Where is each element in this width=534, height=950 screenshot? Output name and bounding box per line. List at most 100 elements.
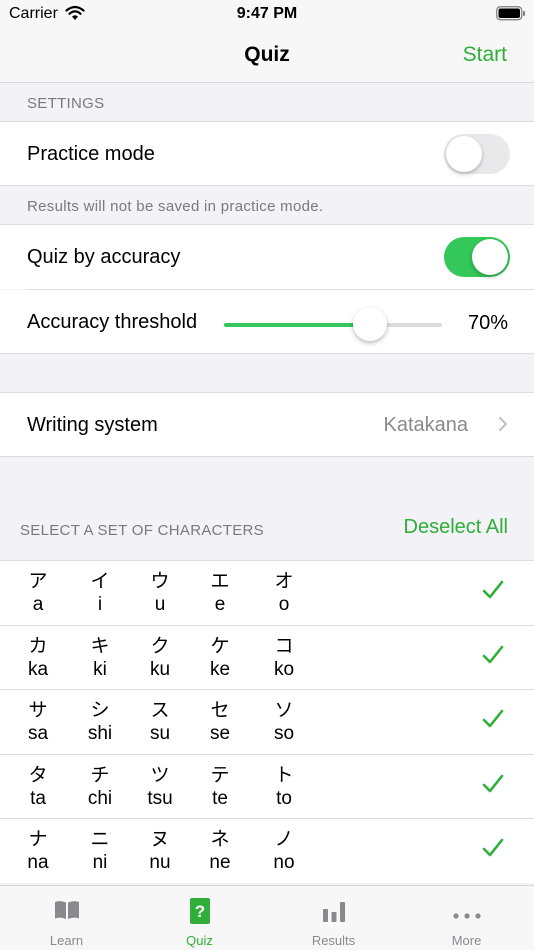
tab-quiz[interactable]: ? Quiz <box>133 886 266 950</box>
checkmark-icon <box>482 579 504 606</box>
accuracy-threshold-label: Accuracy threshold <box>27 311 198 333</box>
character-cell: キ ki <box>80 631 120 681</box>
practice-mode-cell: Practice mode <box>0 122 534 185</box>
kana-character: ス <box>150 700 170 721</box>
romaji-reading: chi <box>87 788 113 809</box>
romaji-reading: no <box>273 852 295 873</box>
romaji-reading: ko <box>273 659 295 680</box>
character-set-row[interactable]: カ ka キ ki ク ku ケ ke コ ko <box>0 626 534 690</box>
kana-character: テ <box>210 765 230 786</box>
divider <box>0 185 534 186</box>
romaji-reading: ki <box>93 659 107 680</box>
svg-text:?: ? <box>194 902 204 921</box>
book-icon <box>54 900 80 925</box>
writing-system-cell[interactable]: Writing system Katakana <box>0 393 534 456</box>
practice-mode-toggle[interactable] <box>444 134 510 174</box>
question-icon: ? <box>189 898 210 929</box>
character-cell: ツ tsu <box>140 760 180 810</box>
quiz-by-accuracy-toggle[interactable] <box>444 237 510 277</box>
romaji-reading: sa <box>27 723 49 744</box>
romaji-reading: ke <box>209 659 231 680</box>
character-set-row[interactable]: ナ na ニ ni ヌ nu ネ ne ノ no <box>0 819 534 883</box>
character-cell: チ chi <box>80 760 120 810</box>
practice-mode-footnote: Results will not be saved in practice mo… <box>27 198 324 215</box>
kana-character: コ <box>274 636 294 657</box>
kana-character: オ <box>274 571 294 592</box>
character-cell: コ ko <box>264 631 304 681</box>
romaji-reading: so <box>273 723 295 744</box>
character-cell: ナ na <box>18 824 58 874</box>
character-cell: ネ ne <box>200 824 240 874</box>
character-set-header: SELECT A SET OF CHARACTERS <box>20 522 264 539</box>
divider <box>0 353 534 354</box>
romaji-reading: e <box>214 594 226 615</box>
romaji-reading: ta <box>30 788 46 809</box>
kana-character: ク <box>150 636 170 657</box>
accuracy-threshold-cell: Accuracy threshold 70% <box>0 290 534 353</box>
tab-more[interactable]: More <box>400 886 533 950</box>
kana-character: チ <box>90 765 110 786</box>
status-time: 9:47 PM <box>236 5 298 22</box>
romaji-reading: ka <box>27 659 49 680</box>
kana-character: ツ <box>150 765 170 786</box>
character-set-row[interactable]: アa イi ウu エe オo <box>0 561 534 625</box>
start-button[interactable]: Start <box>463 43 507 67</box>
slider-fill <box>224 323 370 327</box>
kana-character: ネ <box>210 829 230 850</box>
romaji-reading: u <box>154 594 166 615</box>
character-cell: ウu <box>140 566 180 616</box>
practice-mode-label: Practice mode <box>27 143 155 165</box>
writing-system-label: Writing system <box>27 414 158 436</box>
more-icon <box>452 906 481 924</box>
kana-character: セ <box>210 700 230 721</box>
character-set-row[interactable]: タ ta チ chi ツ tsu テ te ト to <box>0 755 534 819</box>
page-title: Quiz <box>244 43 290 66</box>
romaji-reading: se <box>209 723 231 744</box>
accuracy-threshold-slider[interactable] <box>224 307 442 341</box>
romaji-reading: shi <box>87 723 113 744</box>
writing-system-value: Katakana <box>383 414 468 436</box>
tab-label: Learn <box>49 933 84 948</box>
romaji-reading: ku <box>149 659 171 680</box>
kana-character: キ <box>90 636 110 657</box>
romaji-reading: o <box>278 594 290 615</box>
romaji-reading: na <box>27 852 49 873</box>
character-cell: エe <box>200 566 240 616</box>
character-cell: オo <box>264 566 304 616</box>
battery-icon <box>496 6 526 26</box>
tab-label: Quiz <box>186 933 213 948</box>
character-cell: カ ka <box>18 631 58 681</box>
deselect-all-button[interactable]: Deselect All <box>404 516 509 539</box>
character-cell: テ te <box>200 760 240 810</box>
character-cell: サ sa <box>18 695 58 745</box>
tab-label: Results <box>311 933 356 948</box>
settings-section-header: SETTINGS <box>27 95 105 112</box>
bar-chart-icon <box>322 900 346 927</box>
romaji-reading: te <box>212 788 228 809</box>
kana-character: カ <box>28 636 48 657</box>
romaji-reading: i <box>97 594 103 615</box>
character-cell: ス su <box>140 695 180 745</box>
romaji-reading: to <box>276 788 292 809</box>
tab-learn[interactable]: Learn <box>0 886 133 950</box>
chevron-right-icon <box>498 416 508 437</box>
kana-character: ソ <box>274 700 294 721</box>
character-cell: ノ no <box>264 824 304 874</box>
kana-character: ニ <box>90 829 110 850</box>
toggle-knob <box>472 239 508 275</box>
kana-character: ノ <box>274 829 294 850</box>
kana-character: ケ <box>210 636 230 657</box>
character-cell: シ shi <box>80 695 120 745</box>
tab-results[interactable]: Results <box>267 886 400 950</box>
kana-character: タ <box>28 765 48 786</box>
character-set-row[interactable]: サ sa シ shi ス su セ se ソ so <box>0 690 534 754</box>
navigation-bar: Quiz Start <box>0 28 534 83</box>
character-cell: セ se <box>200 695 240 745</box>
character-cell: ク ku <box>140 631 180 681</box>
character-cell: ト to <box>264 760 304 810</box>
character-cell: ケ ke <box>200 631 240 681</box>
romaji-reading: tsu <box>147 788 173 809</box>
kana-character: シ <box>90 700 110 721</box>
slider-thumb[interactable] <box>353 307 387 341</box>
character-cell: ニ ni <box>80 824 120 874</box>
